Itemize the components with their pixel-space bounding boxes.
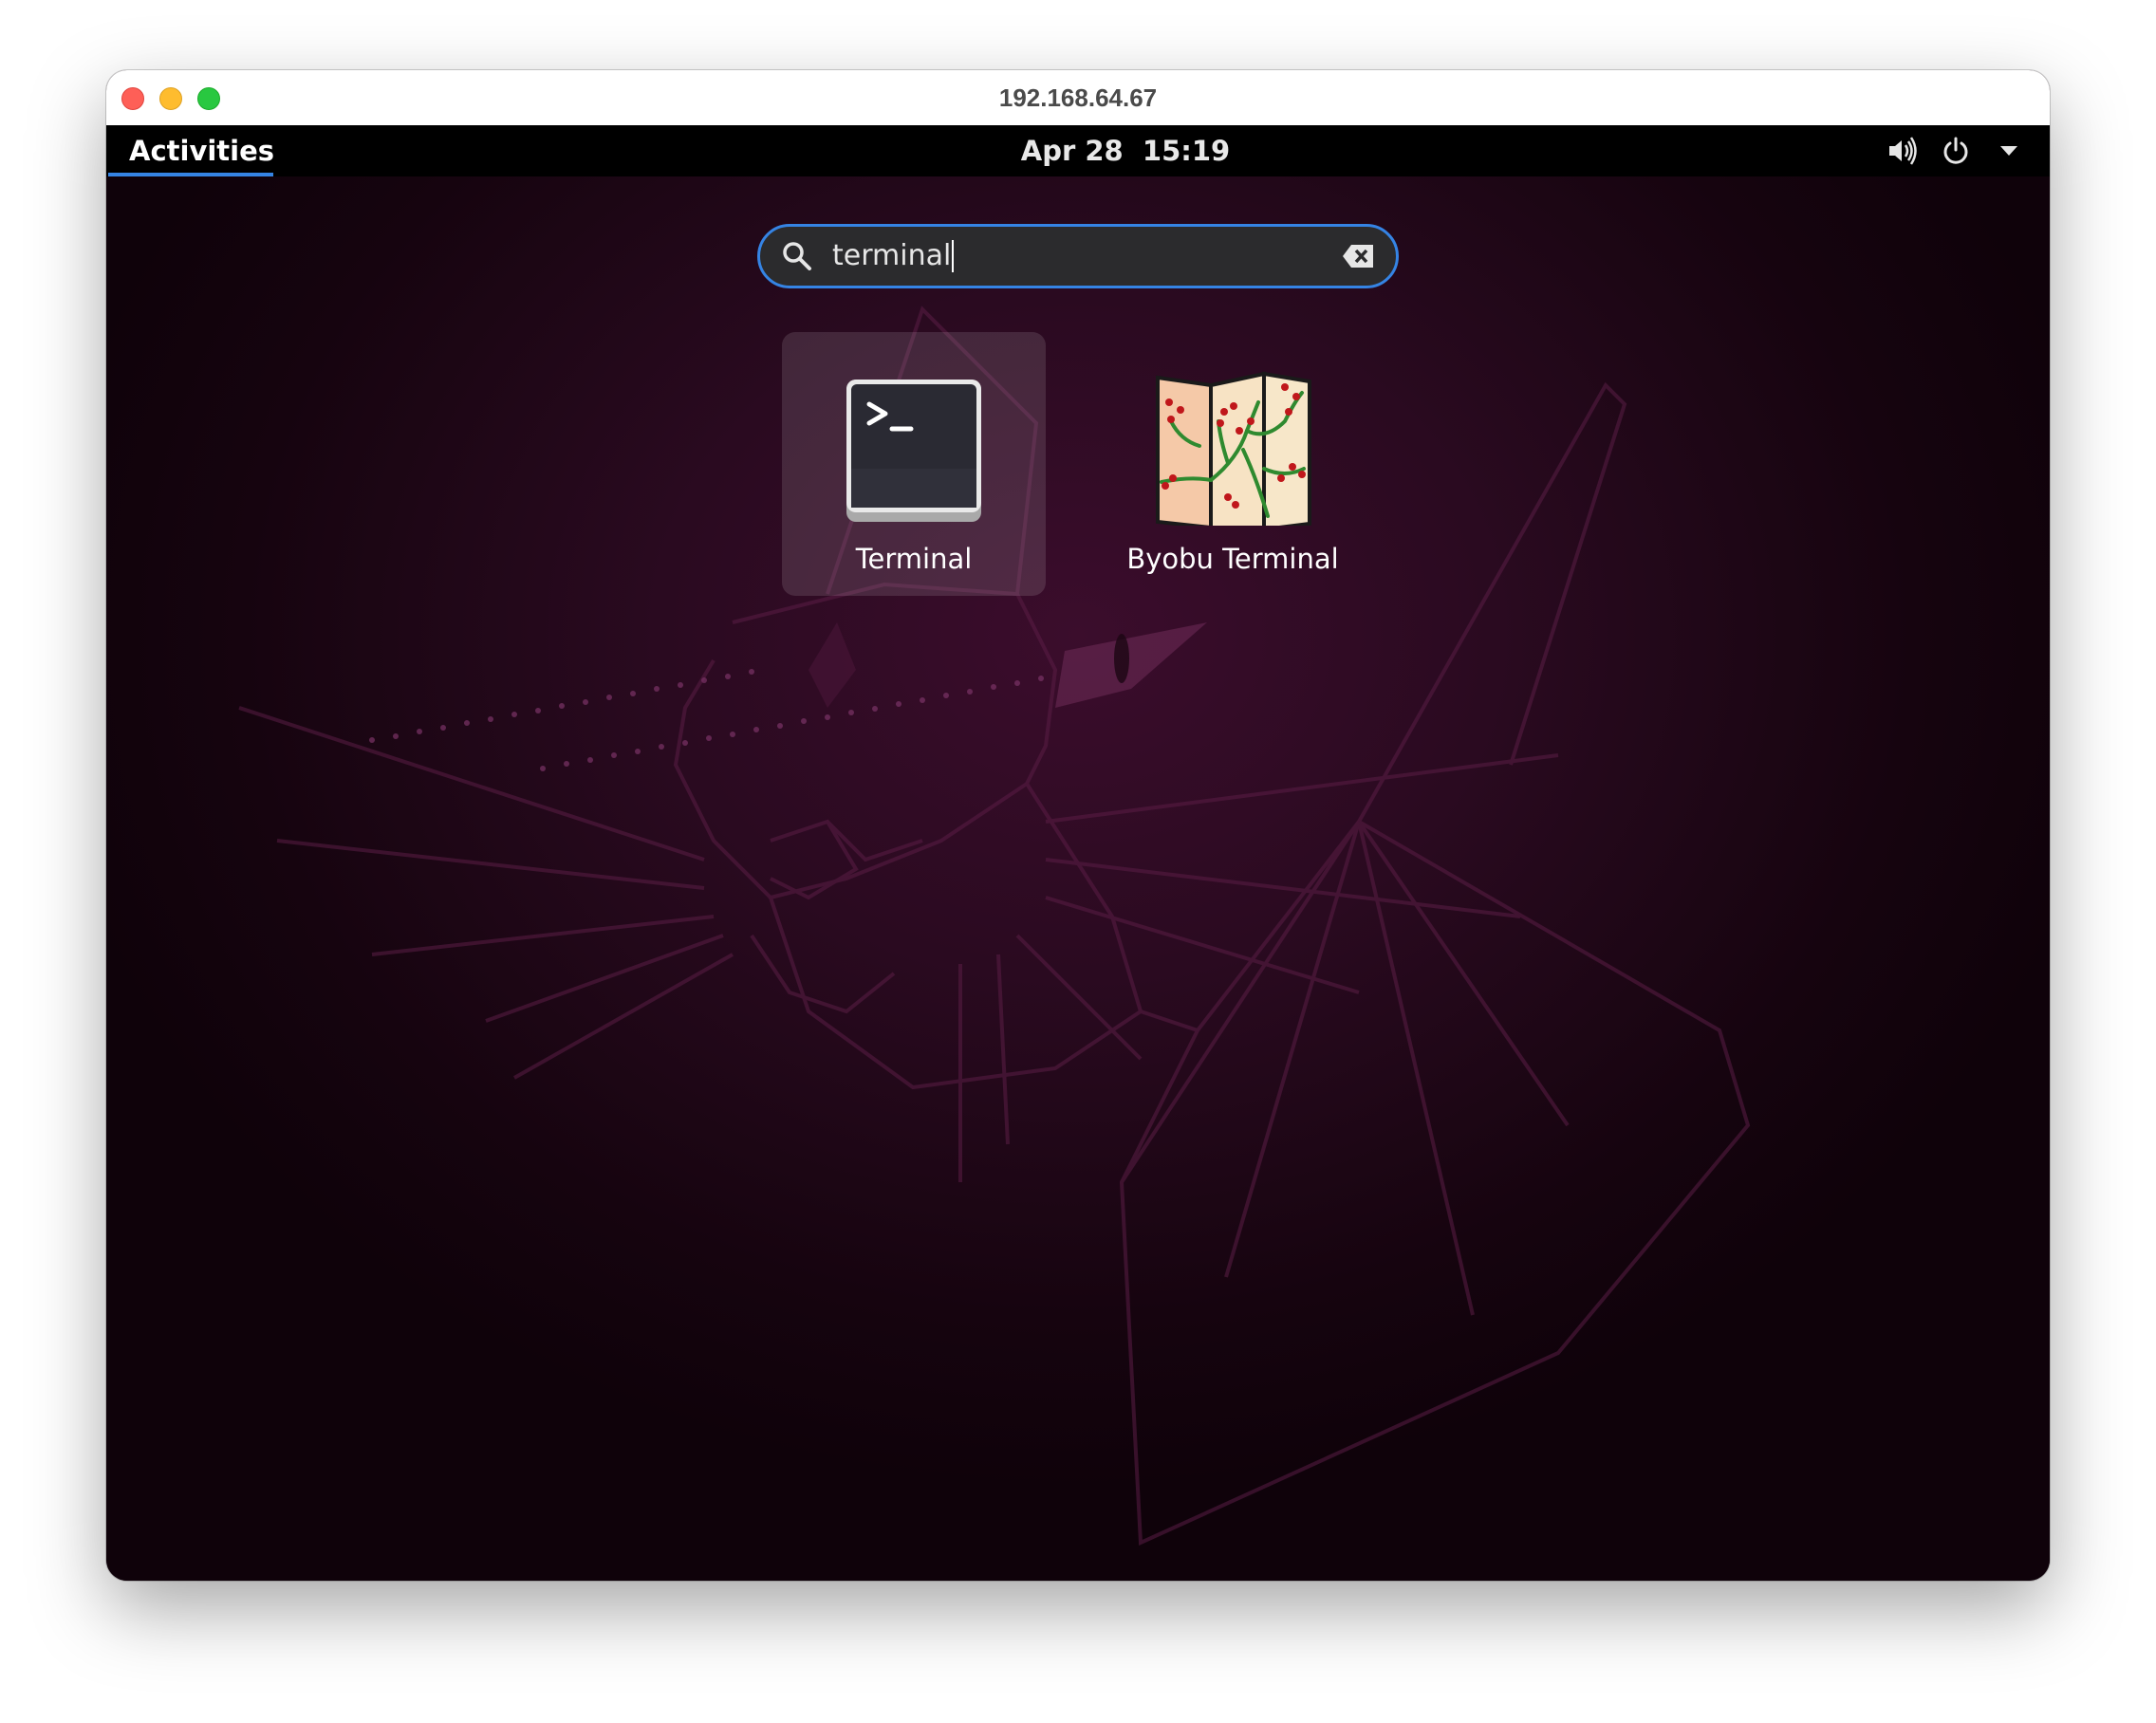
window-titlebar[interactable]: 192.168.64.67	[106, 70, 2050, 126]
dropdown-arrow-icon[interactable]	[1993, 135, 2025, 167]
app-result-label: Byobu Terminal	[1126, 543, 1339, 575]
activities-label: Activities	[129, 135, 275, 167]
vm-window: 192.168.64.67 Activities Apr 28 15:19 te…	[106, 70, 2050, 1581]
system-tray[interactable]	[1886, 125, 2025, 176]
search-entry[interactable]: terminal	[757, 224, 1399, 288]
search-icon	[781, 240, 813, 272]
wallpaper-cat-art	[238, 306, 1751, 1547]
clear-text-icon[interactable]	[1341, 242, 1375, 270]
search-input[interactable]: terminal	[832, 227, 955, 286]
top-bar: Activities Apr 28 15:19	[106, 125, 2050, 176]
volume-icon[interactable]	[1886, 135, 1919, 167]
clock-button[interactable]: Apr 28 15:19	[936, 125, 1315, 176]
terminal-app-icon	[833, 364, 994, 526]
window-title: 192.168.64.67	[998, 83, 1158, 112]
text-caret	[952, 240, 955, 272]
app-result-label: Terminal	[855, 543, 973, 575]
search-input-text: terminal	[832, 239, 952, 272]
byobu-terminal-app-icon	[1152, 364, 1313, 532]
gnome-desktop: Activities Apr 28 15:19 terminal Termina…	[106, 125, 2050, 1581]
app-result-terminal[interactable]: Terminal	[782, 332, 1046, 596]
activities-active-indicator	[108, 173, 273, 176]
activities-button[interactable]: Activities	[106, 125, 275, 176]
app-result-byobu-terminal[interactable]: Byobu Terminal	[1101, 332, 1365, 596]
power-icon[interactable]	[1940, 135, 1972, 167]
